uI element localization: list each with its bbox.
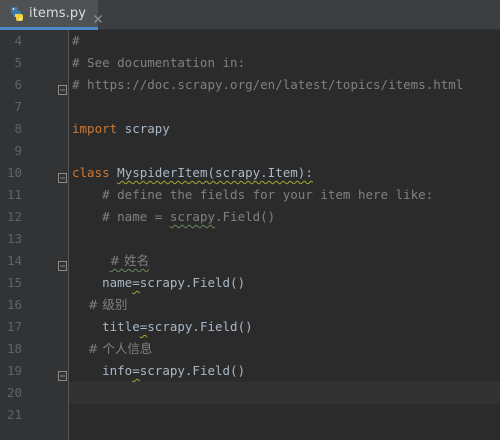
code-line[interactable] <box>69 228 500 250</box>
line-number: 6 <box>14 77 22 92</box>
code-token: title <box>72 319 140 334</box>
line-number: 16 <box>6 297 22 312</box>
line-number: 14 <box>6 253 22 268</box>
code-line[interactable]: # name = scrapy.Field() <box>69 206 500 228</box>
comment-token: # define the fields for your item here l… <box>72 187 434 202</box>
code-line[interactable]: info=scrapy.Field() <box>69 360 500 382</box>
code-token: scrapy <box>117 121 170 136</box>
code-line[interactable] <box>69 96 500 118</box>
code-text: title=scrapy.Field() <box>69 319 253 334</box>
line-number: 10 <box>6 165 22 180</box>
code-token: MyspiderItem(scrapy.Item): <box>117 165 313 180</box>
line-number: 20 <box>6 385 22 400</box>
code-token: = <box>132 363 140 378</box>
line-number-gutter[interactable]: 4 5 6 7 8 9 10 11 12 13 14 15 16 17 18 19 20 21 <box>0 30 69 440</box>
code-line[interactable]: # 个人信息 <box>69 338 500 360</box>
code-line[interactable]: # See documentation in: <box>69 52 500 74</box>
code-line[interactable] <box>69 404 500 426</box>
line-number: 18 <box>6 341 22 356</box>
fold-marker-icon[interactable] <box>58 366 67 381</box>
fold-marker-icon[interactable] <box>58 256 67 271</box>
code-token: info <box>72 363 133 378</box>
tab-bar: items.py <box>0 0 500 30</box>
code-line[interactable]: title=scrapy.Field() <box>69 316 500 338</box>
code-token: scrapy.Field() <box>147 319 253 334</box>
python-file-icon <box>9 6 25 22</box>
code-text: # define the fields for your item here l… <box>69 187 433 202</box>
code-line[interactable]: # <box>69 30 500 52</box>
code-text: # 级别 <box>69 297 127 312</box>
code-line[interactable]: name=scrapy.Field() <box>69 272 500 294</box>
code-token: name <box>72 275 133 290</box>
line-number: 7 <box>14 99 22 114</box>
comment-token: scrapy <box>169 209 215 224</box>
close-icon[interactable] <box>93 9 103 23</box>
editor-window: items.py 4 5 6 7 8 9 10 11 12 13 14 15 16 17 18 19 20 21 … <box>0 0 500 440</box>
comment-token: # name = <box>72 209 170 224</box>
keyword-token: import <box>72 121 118 136</box>
line-number: 21 <box>6 407 22 422</box>
code-line[interactable]: # 级别 <box>69 294 500 316</box>
code-text: # 姓名 <box>69 253 149 268</box>
tab-filename: items.py <box>29 6 87 21</box>
code-line[interactable] <box>69 140 500 162</box>
comment-token: # 姓名 <box>109 253 150 268</box>
comment-token: # See documentation in: <box>72 55 246 70</box>
code-line[interactable]: # 姓名 <box>69 250 500 272</box>
tab-items-py[interactable]: items.py <box>0 0 103 30</box>
line-number: 12 <box>6 209 22 224</box>
code-line[interactable]: # https://doc.scrapy.org/en/latest/topic… <box>69 74 500 96</box>
code-text: # https://doc.scrapy.org/en/latest/topic… <box>69 77 463 92</box>
code-token: scrapy.Field() <box>139 363 246 378</box>
line-number: 5 <box>14 55 22 70</box>
code-text: import scrapy <box>69 121 170 136</box>
keyword-token: class <box>72 165 110 180</box>
code-text: # <box>69 33 80 48</box>
code-text: # name = scrapy.Field() <box>69 209 275 224</box>
current-code-line[interactable] <box>69 382 500 404</box>
code-text: name=scrapy.Field() <box>69 275 245 290</box>
line-number: 19 <box>6 363 22 378</box>
comment-token: # 个人信息 <box>72 341 153 356</box>
line-number: 17 <box>6 319 22 334</box>
comment-token: # 级别 <box>72 297 128 312</box>
code-line[interactable]: # define the fields for your item here l… <box>69 184 500 206</box>
code-token: = <box>132 275 140 290</box>
comment-token: # <box>72 33 80 48</box>
code-text: # See documentation in: <box>69 55 245 70</box>
line-number: 13 <box>6 231 22 246</box>
code-text: class MyspiderItem(scrapy.Item): <box>69 165 313 180</box>
code-text: # 个人信息 <box>69 341 152 356</box>
code-line[interactable]: class MyspiderItem(scrapy.Item): <box>69 162 500 184</box>
code-token: scrapy.Field() <box>139 275 246 290</box>
comment-token: # https://doc.scrapy.org/en/latest/topic… <box>72 77 464 92</box>
fold-marker-icon[interactable] <box>58 80 67 95</box>
fold-marker-icon[interactable] <box>58 168 67 183</box>
line-number: 15 <box>6 275 22 290</box>
line-number: 9 <box>14 143 22 158</box>
line-number: 11 <box>6 187 22 202</box>
code-editor[interactable]: # # See documentation in: # https://doc.sc… <box>69 30 500 440</box>
comment-token: .Field() <box>215 209 276 224</box>
line-number: 4 <box>14 33 22 48</box>
line-number: 8 <box>14 121 22 136</box>
code-text: info=scrapy.Field() <box>69 363 245 378</box>
code-line[interactable]: import scrapy <box>69 118 500 140</box>
